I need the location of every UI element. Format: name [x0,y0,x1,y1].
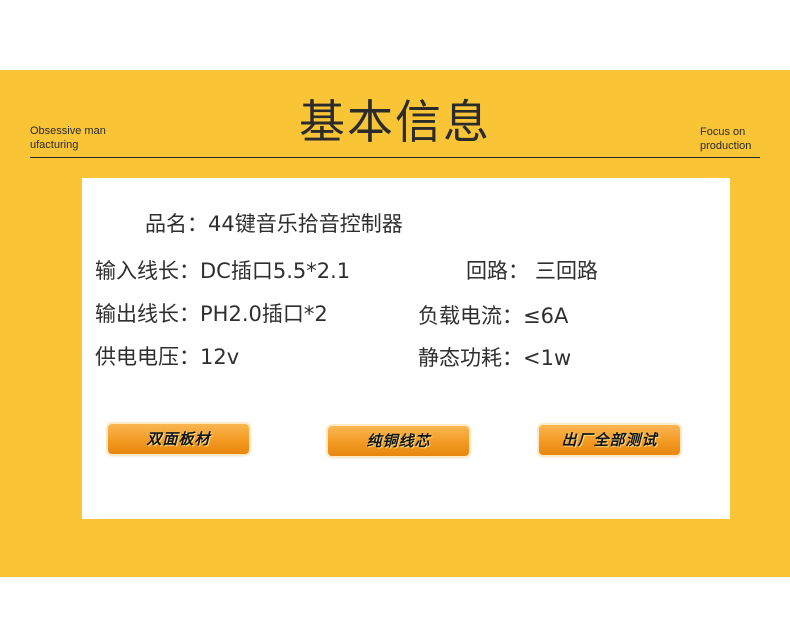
spec-circuits-value: 三回路 [535,259,598,283]
spec-static-power-label: 静态功耗： [418,346,523,370]
spec-supply-voltage-label: 供电电压： [95,345,200,369]
page-title: 基本信息 [299,95,491,149]
right-tagline: Focus on production [700,126,752,152]
spec-output-cable: 输出线长：PH2.0插口*2 [95,300,328,328]
spec-load-current-value: ≤6A [523,304,569,328]
feature-badge-factory-tested: 出厂全部测试 [539,425,680,455]
spec-output-cable-value: PH2.0插口*2 [200,302,328,326]
spec-name: 品名：44键音乐拾音控制器 [145,210,403,238]
product-info-page: Obsessive man ufacturing 基本信息 Focus on p… [0,0,790,632]
spec-output-cable-label: 输出线长： [95,302,200,326]
spec-static-power-value: <1w [523,346,572,370]
feature-badge-pure-copper-core: 纯铜线芯 [328,426,469,456]
spec-input-cable-value: DC插口5.5*2.1 [200,259,351,283]
spec-load-current: 负载电流：≤6A [418,302,568,330]
spec-input-cable-label: 输入线长： [95,259,200,283]
spec-static-power: 静态功耗：<1w [418,344,571,372]
spec-load-current-label: 负载电流： [418,304,523,328]
left-tagline: Obsessive man ufacturing [30,125,106,151]
spec-name-value: 44键音乐拾音控制器 [208,212,403,236]
spec-supply-voltage-value: 12v [200,345,240,369]
spec-input-cable: 输入线长：DC插口5.5*2.1 [95,257,350,285]
spec-name-label: 品名： [145,212,208,236]
spec-circuits: 回路： 三回路 [466,257,598,285]
spec-circuits-label: 回路： [466,259,529,283]
spec-supply-voltage: 供电电压：12v [95,343,239,371]
header-divider [30,157,760,158]
feature-badge-double-sided-board: 双面板材 [108,424,249,454]
